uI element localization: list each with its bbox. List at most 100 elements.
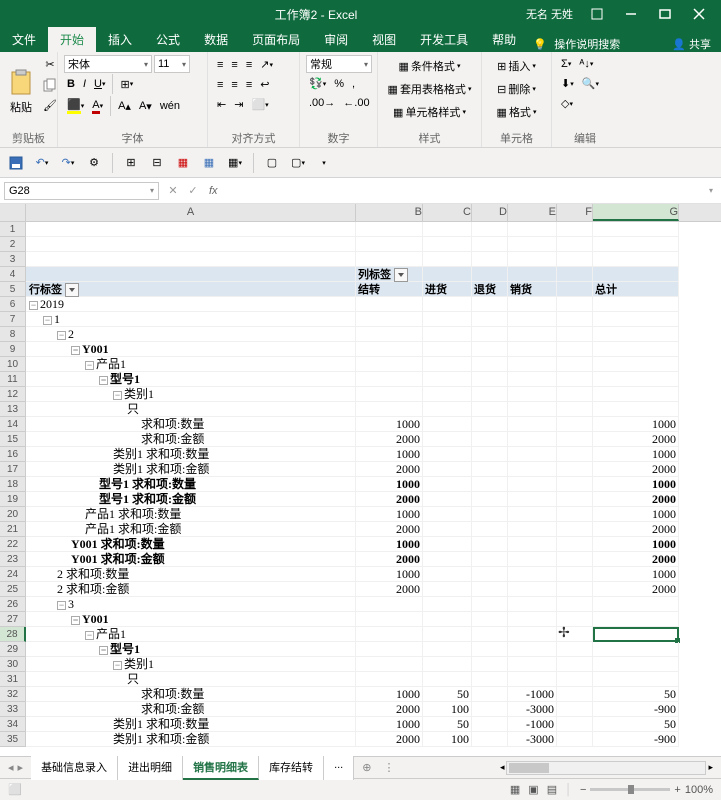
cell[interactable] [423,522,472,537]
sort-filter-button[interactable]: ᴬ↓▾ [576,55,596,73]
col-header-a[interactable]: A [26,204,356,221]
collapse-icon[interactable]: − [113,661,122,670]
cell[interactable] [472,492,508,507]
sheet-tab[interactable]: 库存结转 [259,756,324,780]
qat-custom7-button[interactable]: ▢▾ [288,153,308,173]
cell[interactable] [557,372,593,387]
qat-custom4-button[interactable]: ▦ [199,153,219,173]
cell[interactable] [423,387,472,402]
currency-button[interactable]: 💱▾ [306,74,329,93]
row-header[interactable]: 16 [0,447,26,462]
align-bottom-button[interactable]: ≡ [243,56,255,74]
cell[interactable]: 2000 [593,552,679,567]
cell[interactable] [593,252,679,267]
hscroll-right[interactable]: ▸ [708,762,713,773]
italic-button[interactable]: I [80,75,89,93]
cell[interactable] [508,537,557,552]
select-all-corner[interactable] [0,204,26,221]
row-header[interactable]: 5 [0,282,26,297]
cell[interactable]: 2000 [593,432,679,447]
font-color-button[interactable]: A▾ [89,96,106,117]
cell[interactable] [508,447,557,462]
cell[interactable] [356,402,423,417]
cell[interactable]: 2000 [356,552,423,567]
collapse-icon[interactable]: − [85,361,94,370]
number-format-combo[interactable]: 常规▾ [306,55,372,73]
cell[interactable] [423,537,472,552]
cell[interactable] [557,282,593,297]
row-header[interactable]: 34 [0,717,26,732]
collapse-icon[interactable]: − [99,376,108,385]
cell[interactable] [472,477,508,492]
cell[interactable] [423,657,472,672]
row-header[interactable]: 30 [0,657,26,672]
cell[interactable]: 只 [26,672,356,687]
cell[interactable] [557,492,593,507]
cell[interactable]: −产品1 [26,357,356,372]
horizontal-scrollbar[interactable] [506,761,706,775]
cell[interactable] [557,237,593,252]
cell[interactable] [356,612,423,627]
qat-custom2-button[interactable]: ⊟ [147,153,167,173]
fx-icon[interactable]: fx [203,185,224,197]
cell[interactable] [472,642,508,657]
row-header[interactable]: 8 [0,327,26,342]
formula-bar-input[interactable] [224,185,701,197]
cell[interactable] [557,462,593,477]
cell[interactable]: 2000 [593,582,679,597]
cell[interactable]: −3 [26,597,356,612]
cell[interactable] [593,297,679,312]
cell[interactable]: 1000 [593,477,679,492]
row-header[interactable]: 1 [0,222,26,237]
cell[interactable] [356,222,423,237]
cell[interactable] [593,657,679,672]
row-header[interactable]: 25 [0,582,26,597]
cancel-formula-button[interactable]: ✕ [163,184,183,197]
cell[interactable]: 2 求和项:金额 [26,582,356,597]
cell[interactable] [508,267,557,282]
cell[interactable] [508,402,557,417]
cell[interactable] [557,702,593,717]
qat-redo-button[interactable]: ↷▾ [58,153,78,173]
col-header-g[interactable]: G [593,204,679,221]
cell[interactable] [423,507,472,522]
row-header[interactable]: 21 [0,522,26,537]
paste-button[interactable]: 粘贴 [6,55,36,128]
cell[interactable] [472,432,508,447]
cell[interactable]: Y001 求和项:金额 [26,552,356,567]
cell[interactable] [472,447,508,462]
cell[interactable] [472,357,508,372]
cell[interactable]: 2000 [356,732,423,747]
cell[interactable] [593,327,679,342]
cell[interactable] [423,597,472,612]
col-header-e[interactable]: E [508,204,557,221]
tab-review[interactable]: 审阅 [312,27,360,52]
cell[interactable] [557,567,593,582]
cell[interactable]: 类别1 求和项:数量 [26,447,356,462]
cell[interactable] [356,327,423,342]
cell[interactable] [423,642,472,657]
cell[interactable]: 1000 [356,717,423,732]
row-header[interactable]: 6 [0,297,26,312]
view-pagebreak-button[interactable]: ▤ [547,783,557,796]
cell[interactable] [472,672,508,687]
cell[interactable]: 1000 [356,417,423,432]
cell[interactable]: 求和项:数量 [26,687,356,702]
qat-save-button[interactable] [6,153,26,173]
cell[interactable] [472,327,508,342]
cell[interactable]: −类别1 [26,657,356,672]
cell[interactable]: 行标签 [26,282,356,297]
cell[interactable] [472,567,508,582]
collapse-icon[interactable]: − [85,631,94,640]
cell[interactable]: 2000 [593,492,679,507]
cell[interactable]: 总计 [593,282,679,297]
cell[interactable] [423,492,472,507]
cell[interactable]: 1000 [356,507,423,522]
new-sheet-button[interactable]: ⊕ [354,761,379,774]
cell[interactable]: 50 [423,717,472,732]
cell[interactable] [472,687,508,702]
cell[interactable] [472,537,508,552]
decrease-indent-button[interactable]: ⇤ [214,95,229,114]
row-header[interactable]: 32 [0,687,26,702]
cell[interactable]: −1 [26,312,356,327]
